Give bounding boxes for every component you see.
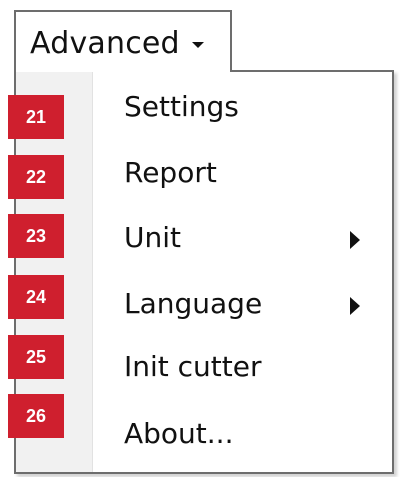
menu-item-label: Language (124, 287, 263, 320)
menu-item-label: Report (124, 156, 217, 189)
advanced-dropdown-menu: Settings Report Unit Language Init cutte… (14, 70, 394, 474)
chevron-right-icon (350, 231, 360, 249)
advanced-menu-label: Advanced (30, 25, 180, 61)
callout-badge-init-cutter: 25 (8, 335, 64, 379)
callout-badge-about: 26 (8, 394, 64, 438)
menu-item-label: About... (124, 417, 234, 450)
callout-badge-unit: 23 (8, 214, 64, 258)
page: Advanced Settings Report Unit Language I… (0, 0, 405, 477)
callout-badge-language: 24 (8, 275, 64, 319)
chevron-down-icon (191, 42, 204, 48)
advanced-menu-button[interactable]: Advanced (14, 10, 232, 72)
callout-badge-report: 22 (8, 155, 64, 199)
callout-badge-settings: 21 (8, 95, 64, 139)
menu-item-unit[interactable]: Unit (16, 209, 392, 267)
menu-item-label: Unit (124, 221, 181, 254)
menu-item-report[interactable]: Report (16, 144, 392, 202)
menu-item-init-cutter[interactable]: Init cutter (16, 338, 392, 396)
menu-item-label: Init cutter (124, 350, 262, 383)
menu-item-about[interactable]: About... (16, 405, 392, 463)
menu-item-label: Settings (124, 90, 239, 123)
menu-item-settings[interactable]: Settings (16, 78, 392, 136)
menu-item-language[interactable]: Language (16, 275, 392, 333)
chevron-right-icon (350, 297, 360, 315)
